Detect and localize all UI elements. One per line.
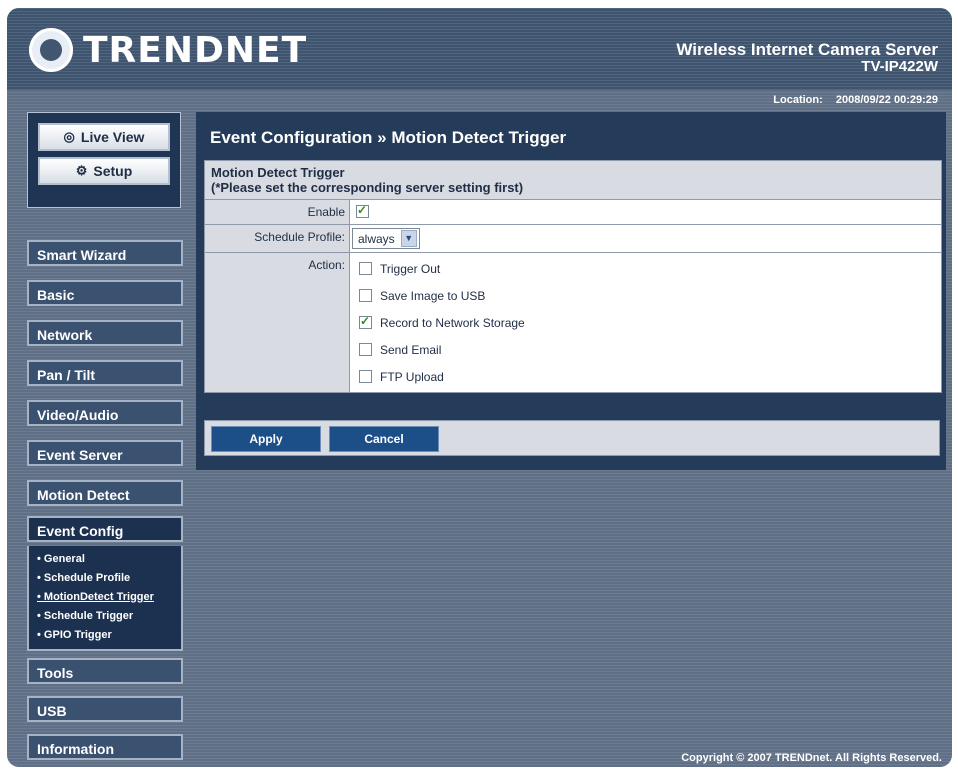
schedule-profile-select[interactable]: always ▼ [352,228,420,249]
header: TRENDNET Wireless Internet Camera Server… [7,8,952,90]
submenu-schedule-trigger-label: Schedule Trigger [43,610,134,622]
menu-event-config[interactable]: Event Config [27,516,183,542]
submenu-schedule-trigger[interactable]: • Schedule Trigger [37,607,181,626]
datetime-display: 2008/09/22 00:29:29 [835,94,938,106]
submenu-motion-detect-trigger[interactable]: • MotionDetect Trigger [37,588,181,607]
action-options: Trigger Out Save Image to USB Record to … [350,253,941,392]
schedule-selected-value: always [358,231,395,246]
menu-smart-wizard[interactable]: Smart Wizard [27,240,183,266]
action-label: Action: [205,253,350,392]
enable-row: Enable [205,200,941,225]
schedule-label: Schedule Profile: [205,225,350,252]
menu-information[interactable]: Information [27,734,183,760]
panel-title: Motion Detect Trigger [211,165,345,180]
submenu-general-label: General [43,553,85,565]
menu-tools[interactable]: Tools [27,658,183,684]
trigger-out-label: Trigger Out [380,261,441,276]
chevron-down-icon: ▼ [400,230,417,247]
live-view-label: Live View [80,129,145,145]
ftp-upload-checkbox[interactable] [359,370,372,383]
menu-motion-detect[interactable]: Motion Detect [27,480,183,506]
action-ftp-upload[interactable]: FTP Upload [359,363,932,390]
send-email-checkbox[interactable] [359,343,372,356]
menu-pan-tilt[interactable]: Pan / Tilt [27,360,183,386]
copyright-text: Copyright © 2007 TRENDnet. All Rights Re… [681,752,942,764]
ftp-upload-label: FTP Upload [380,369,444,384]
submenu-motion-detect-trigger-label: MotionDetect Trigger [43,591,154,603]
menu-usb[interactable]: USB [27,696,183,722]
setup-button[interactable]: ⚙ Setup [38,157,170,185]
location-bar: Location: 2008/09/22 00:29:29 [763,94,938,106]
button-bar: Apply Cancel [204,420,940,456]
model-name: TV-IP422W [861,58,938,75]
location-label: Location: [773,94,823,106]
live-view-button[interactable]: ◎ Live View [38,123,170,151]
enable-label: Enable [205,200,350,224]
apply-button[interactable]: Apply [211,426,321,452]
action-save-image-usb[interactable]: Save Image to USB [359,282,932,309]
sidebar: ◎ Live View ⚙ Setup Smart Wizard Basic N… [27,112,187,760]
enable-checkbox[interactable] [356,203,369,219]
schedule-value: always ▼ [350,225,941,252]
action-send-email[interactable]: Send Email [359,336,932,363]
menu-event-server[interactable]: Event Server [27,440,183,466]
trendnet-logo-icon [29,28,73,72]
submenu-gpio-trigger[interactable]: • GPIO Trigger [37,626,181,645]
action-row: Action: Trigger Out Save Image to USB Re… [205,253,941,392]
send-email-label: Send Email [380,342,442,357]
setup-label: Setup [93,163,133,179]
save-image-usb-checkbox[interactable] [359,289,372,302]
event-config-submenu: • General • Schedule Profile • MotionDet… [27,546,183,651]
record-network-storage-checkbox[interactable] [359,314,372,329]
enable-value [350,200,941,224]
submenu-schedule-profile-label: Schedule Profile [43,572,131,584]
action-record-network-storage[interactable]: Record to Network Storage [359,309,932,336]
submenu-schedule-profile[interactable]: • Schedule Profile [37,569,181,588]
settings-panel: Motion Detect Trigger (*Please set the c… [204,160,942,393]
page-title: Event Configuration » Motion Detect Trig… [210,128,567,147]
product-name: Wireless Internet Camera Server [676,40,938,59]
app-frame: TRENDNET Wireless Internet Camera Server… [7,8,952,767]
view-mode-box: ◎ Live View ⚙ Setup [27,112,181,208]
gear-icon: ⚙ [75,163,88,178]
menu-basic[interactable]: Basic [27,280,183,306]
menu-network[interactable]: Network [27,320,183,346]
action-trigger-out[interactable]: Trigger Out [359,255,932,282]
content-area: Event Configuration » Motion Detect Trig… [196,112,946,470]
cancel-button[interactable]: Cancel [329,426,439,452]
panel-header: Motion Detect Trigger (*Please set the c… [205,161,941,200]
schedule-row: Schedule Profile: always ▼ [205,225,941,253]
submenu-general[interactable]: • General [37,550,181,569]
record-network-storage-label: Record to Network Storage [380,315,525,330]
panel-subtitle: (*Please set the corresponding server se… [211,180,524,195]
eye-icon: ◎ [63,129,75,144]
menu-video-audio[interactable]: Video/Audio [27,400,183,426]
submenu-gpio-trigger-label: GPIO Trigger [43,629,112,641]
trigger-out-checkbox[interactable] [359,262,372,275]
brand-logo-text: TRENDNET [83,30,308,71]
save-image-usb-label: Save Image to USB [380,288,486,303]
